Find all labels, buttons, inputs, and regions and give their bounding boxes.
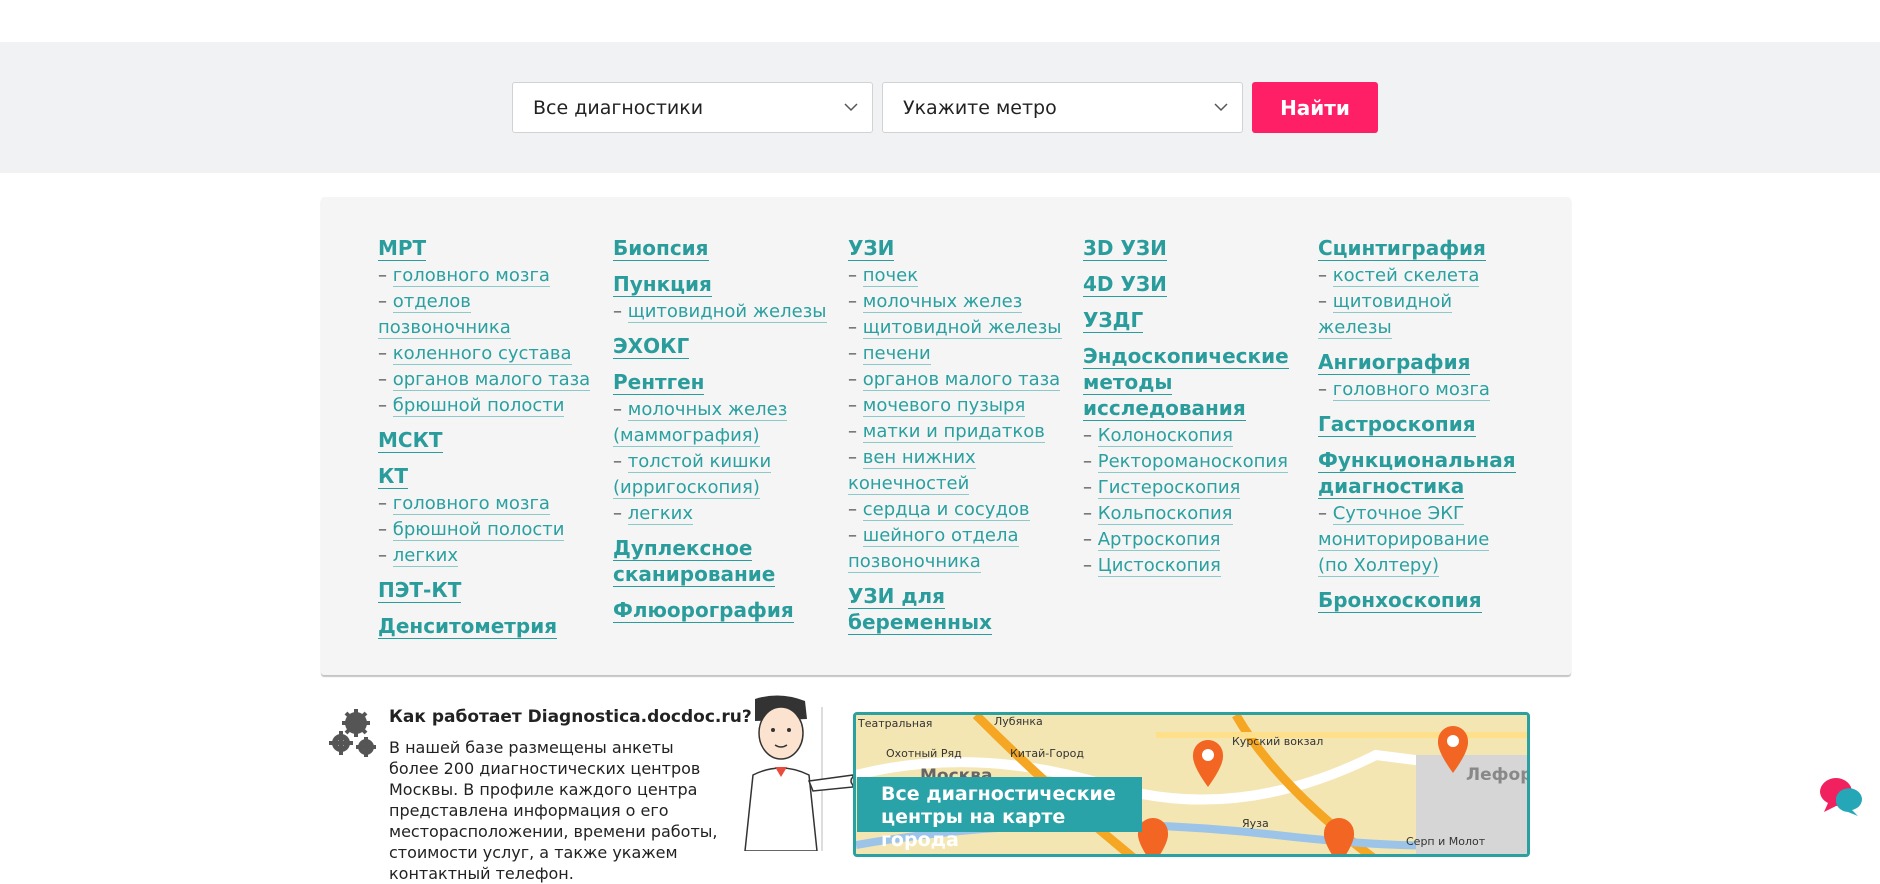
subcategory-link[interactable]: – Колоноскопия xyxy=(1083,423,1303,449)
subcategory-link[interactable]: – щитовидной железы xyxy=(613,299,833,325)
subcategory-link[interactable]: – брюшной полости xyxy=(378,393,598,419)
chevron-down-icon xyxy=(844,103,858,112)
map-banner[interactable]: Все диагностические центры на карте горо… xyxy=(857,777,1142,851)
map-label: Китай-Город xyxy=(1010,747,1084,760)
category-densitometry[interactable]: Денситометрия xyxy=(378,613,598,639)
subcategory-link[interactable]: – органов малого таза xyxy=(378,367,598,393)
category-kt[interactable]: КТ xyxy=(378,463,598,489)
diagnostics-select-value: Все диагностики xyxy=(533,96,704,119)
subcategory-link[interactable]: – молочных желез (маммография) xyxy=(613,397,833,449)
category-uzi[interactable]: УЗИ xyxy=(848,235,1068,261)
map-label: Курский вокзал xyxy=(1232,735,1323,748)
map-label: Охотный Ряд xyxy=(886,747,962,760)
categories-column-4: 3D УЗИ 4D УЗИ УЗДГ Эндоскопические метод… xyxy=(1083,235,1303,587)
category-mrt[interactable]: МРТ xyxy=(378,235,598,261)
subcategory-link[interactable]: – Артроскопия xyxy=(1083,527,1303,553)
map-label: Театральная xyxy=(857,717,932,730)
subcategory-link[interactable]: – почек xyxy=(848,263,1068,289)
subcategory-link[interactable]: – щитовидной железы xyxy=(848,315,1068,341)
subcategory-link[interactable]: – Ректороманоскопия xyxy=(1083,449,1303,475)
map-label: Лефор xyxy=(1466,765,1530,785)
category-puncture[interactable]: Пункция xyxy=(613,271,833,297)
subcategory-link[interactable]: – головного мозга xyxy=(378,263,598,289)
categories-column-5: Сцинтиграфия – костей скелета – щитовидн… xyxy=(1318,235,1518,623)
subcategory-link[interactable]: – Кольпоскопия xyxy=(1083,501,1303,527)
subcategory-link[interactable]: – вен нижних конечностей xyxy=(848,445,1068,497)
subcategory-link[interactable]: – легких xyxy=(613,501,833,527)
diagnostics-select[interactable]: Все диагностики xyxy=(512,82,873,133)
category-gastroscopy[interactable]: Гастроскопия xyxy=(1318,411,1518,437)
subcategory-link[interactable]: – толстой кишки (ирригоскопия) xyxy=(613,449,833,501)
subcategory-link[interactable]: – печени xyxy=(848,341,1068,367)
categories-column-3: УЗИ – почек – молочных желез – щитовидно… xyxy=(848,235,1068,645)
category-biopsy[interactable]: Биопсия xyxy=(613,235,833,261)
category-functional[interactable]: Функциональная диагностика xyxy=(1318,447,1518,499)
subcategory-link[interactable]: – костей скелета xyxy=(1318,263,1518,289)
category-xray[interactable]: Рентген xyxy=(613,369,833,395)
subcategory-link[interactable]: – легких xyxy=(378,543,598,569)
subcategory-link[interactable]: – молочных желез xyxy=(848,289,1068,315)
metro-select[interactable]: Укажите метро xyxy=(882,82,1243,133)
category-uzdg[interactable]: УЗДГ xyxy=(1083,307,1303,333)
subcategory-link[interactable]: – щитовидной железы xyxy=(1318,289,1518,341)
subcategory-link[interactable]: – органов малого таза xyxy=(848,367,1068,393)
subcategory-link[interactable]: – сердца и сосудов xyxy=(848,497,1068,523)
map-label: Серп и Молот xyxy=(1406,835,1486,848)
metro-select-value: Укажите метро xyxy=(903,96,1057,119)
chevron-down-icon xyxy=(1214,103,1228,112)
category-bronchoscopy[interactable]: Бронхоскопия xyxy=(1318,587,1518,613)
category-fluorography[interactable]: Флюорография xyxy=(613,597,833,623)
category-echo[interactable]: ЭХОКГ xyxy=(613,333,833,359)
subcategory-link[interactable]: – шейного отдела позвоночника xyxy=(848,523,1068,575)
subcategory-link[interactable]: – Суточное ЭКГ мониторирование (по Холте… xyxy=(1318,501,1518,579)
category-msct[interactable]: МСКТ xyxy=(378,427,598,453)
subcategory-link[interactable]: – матки и придатков xyxy=(848,419,1068,445)
category-pet-kt[interactable]: ПЭТ-КТ xyxy=(378,577,598,603)
subcategory-link[interactable]: – головного мозга xyxy=(1318,377,1518,403)
gears-icon xyxy=(329,709,376,757)
subcategory-link[interactable]: – отделов позвоночника xyxy=(378,289,598,341)
subcategory-link[interactable]: – головного мозга xyxy=(378,491,598,517)
search-band: Все диагностики Укажите метро Найти xyxy=(0,42,1880,173)
subcategory-link[interactable]: – брюшной полости xyxy=(378,517,598,543)
category-duplex[interactable]: Дуплексное сканирование xyxy=(613,535,833,587)
subcategory-link[interactable]: – Цистоскопия xyxy=(1083,553,1303,579)
category-uzi-4d[interactable]: 4D УЗИ xyxy=(1083,271,1303,297)
category-scintigraphy[interactable]: Сцинтиграфия xyxy=(1318,235,1518,261)
subcategory-link[interactable]: – мочевого пузыря xyxy=(848,393,1068,419)
how-it-works-text: В нашей базе размещены анкеты более 200 … xyxy=(389,738,718,883)
map-label: Лубянка xyxy=(994,715,1043,728)
find-button[interactable]: Найти xyxy=(1252,82,1378,133)
category-endoscopy[interactable]: Эндоскопические методы исследования xyxy=(1083,343,1303,421)
subcategory-link[interactable]: – коленного сустава xyxy=(378,341,598,367)
category-uzi-pregnant[interactable]: УЗИ для беременных xyxy=(848,583,1068,635)
category-uzi-3d[interactable]: 3D УЗИ xyxy=(1083,235,1303,261)
category-angiography[interactable]: Ангиография xyxy=(1318,349,1518,375)
map-label: Яуза xyxy=(1242,817,1269,830)
categories-column-2: Биопсия Пункция – щитовидной железы ЭХОК… xyxy=(613,235,833,633)
subcategory-link[interactable]: – Гистероскопия xyxy=(1083,475,1303,501)
how-it-works-title: Как работает Diagnostica.docdoc.ru? xyxy=(389,707,752,727)
top-bar xyxy=(0,0,1880,42)
categories-column-1: МРТ – головного мозга – отделов позвоноч… xyxy=(378,235,598,649)
chat-widget-icon[interactable] xyxy=(1816,776,1862,818)
categories-panel: МРТ – головного мозга – отделов позвоноч… xyxy=(321,197,1571,675)
